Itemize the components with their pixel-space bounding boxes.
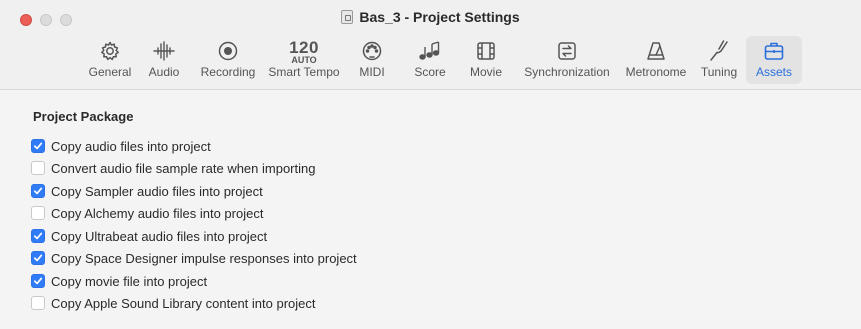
tab-metronome[interactable]: Metronome [620, 36, 692, 84]
option-convert-sample-rate[interactable]: Convert audio file sample rate when impo… [31, 159, 315, 177]
checkmark-icon [33, 187, 43, 195]
checkmark-icon [33, 142, 43, 150]
record-icon [196, 38, 260, 64]
window-title: Bas_3 - Project Settings [0, 9, 861, 29]
tuning-fork-icon [696, 38, 742, 64]
project-settings-window: Bas_3 - Project Settings General Audio R… [0, 0, 861, 329]
film-icon [464, 38, 508, 64]
window-title-text: Bas_3 - Project Settings [359, 9, 520, 25]
checkbox-unchecked[interactable] [31, 161, 45, 175]
briefcase-icon [746, 38, 802, 64]
tab-smart-tempo[interactable]: 120 AUTO Smart Tempo [264, 36, 344, 84]
checkbox-unchecked[interactable] [31, 206, 45, 220]
checkbox-checked[interactable] [31, 139, 45, 153]
tab-audio[interactable]: Audio [142, 36, 186, 84]
option-label: Copy Space Designer impulse responses in… [51, 250, 357, 266]
tempo-value: 120 [289, 37, 319, 57]
tab-score[interactable]: Score [408, 36, 452, 84]
checkmark-icon [33, 277, 43, 285]
option-copy-space-designer-irs[interactable]: Copy Space Designer impulse responses in… [31, 249, 357, 267]
option-copy-audio-files[interactable]: Copy audio files into project [31, 137, 211, 155]
option-label: Copy audio files into project [51, 138, 211, 154]
option-copy-alchemy-files[interactable]: Copy Alchemy audio files into project [31, 204, 263, 222]
tab-movie-label: Movie [469, 65, 502, 79]
checkmark-icon [33, 254, 43, 262]
tab-synchronization-label: Synchronization [524, 65, 610, 79]
checkbox-unchecked[interactable] [31, 296, 45, 310]
tab-movie[interactable]: Movie [464, 36, 508, 84]
section-title: Project Package [33, 109, 134, 124]
document-icon [341, 10, 354, 24]
tab-score-label: Score [414, 65, 446, 79]
checkmark-icon [33, 232, 43, 240]
tab-midi-label: MIDI [359, 65, 385, 79]
tab-general[interactable]: General [84, 36, 136, 84]
option-label: Copy Sampler audio files into project [51, 183, 263, 199]
checkbox-checked[interactable] [31, 251, 45, 265]
option-copy-sampler-files[interactable]: Copy Sampler audio files into project [31, 182, 263, 200]
option-label: Copy Alchemy audio files into project [51, 205, 264, 221]
option-copy-ultrabeat-files[interactable]: Copy Ultrabeat audio files into project [31, 227, 267, 245]
tab-assets[interactable]: Assets [746, 36, 802, 84]
midi-icon [352, 38, 392, 64]
tab-recording[interactable]: Recording [196, 36, 260, 84]
tab-recording-label: Recording [200, 65, 256, 79]
option-label: Copy Ultrabeat audio files into project [51, 228, 268, 244]
tab-smart-tempo-label: Smart Tempo [268, 65, 340, 79]
sync-icon [518, 38, 616, 64]
tab-metronome-label: Metronome [625, 65, 687, 79]
tab-audio-label: Audio [148, 65, 180, 79]
tab-tuning[interactable]: Tuning [696, 36, 742, 84]
metronome-icon [620, 38, 692, 64]
option-label: Convert audio file sample rate when impo… [51, 160, 316, 176]
waveform-icon [142, 38, 186, 64]
notes-icon [408, 38, 452, 64]
gear-icon [84, 38, 136, 64]
option-label: Copy movie file into project [51, 273, 208, 289]
tab-midi[interactable]: MIDI [352, 36, 392, 84]
option-copy-apple-sound-library[interactable]: Copy Apple Sound Library content into pr… [31, 294, 316, 312]
tempo-icon: 120 AUTO [264, 37, 344, 65]
tab-tuning-label: Tuning [700, 65, 738, 79]
option-label: Copy Apple Sound Library content into pr… [51, 295, 316, 311]
tab-assets-label: Assets [755, 65, 792, 79]
tempo-mode: AUTO [291, 54, 317, 65]
checkbox-checked[interactable] [31, 274, 45, 288]
option-copy-movie-file[interactable]: Copy movie file into project [31, 272, 207, 290]
tab-general-label: General [88, 65, 132, 79]
checkbox-checked[interactable] [31, 229, 45, 243]
toolbar: Bas_3 - Project Settings General Audio R… [0, 0, 861, 90]
settings-content: Project Package Copy audio files into pr… [0, 91, 861, 329]
tab-synchronization[interactable]: Synchronization [518, 36, 616, 84]
checkbox-checked[interactable] [31, 184, 45, 198]
